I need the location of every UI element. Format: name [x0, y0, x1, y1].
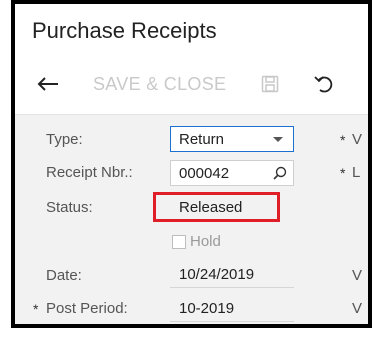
undo-button[interactable] — [314, 66, 336, 102]
hold-label: Hold — [190, 233, 221, 250]
post-period-input[interactable]: 10-2019 — [170, 296, 294, 322]
save-close-button[interactable]: SAVE & CLOSE — [93, 66, 226, 102]
status-highlight-box — [153, 192, 280, 222]
toolbar: SAVE & CLOSE — [15, 66, 368, 102]
chevron-down-icon — [273, 137, 283, 142]
hold-checkbox[interactable] — [172, 235, 186, 249]
type-value: Return — [179, 130, 225, 148]
receipt-nbr-label: Receipt Nbr.: — [46, 164, 133, 181]
post-period-label: Post Period: — [46, 300, 128, 317]
right-required-marker-1: * — [340, 132, 346, 148]
status-label: Status: — [46, 199, 93, 216]
date-input[interactable]: 10/24/2019 — [170, 262, 294, 288]
back-button[interactable] — [37, 66, 63, 102]
right-label-1: V — [352, 131, 363, 148]
receipt-nbr-value: 000042 — [179, 164, 230, 182]
window-frame: Purchase Receipts SAVE & CLOSE Type: Ret… — [11, 0, 372, 328]
page-header: Purchase Receipts SAVE & CLOSE — [15, 4, 368, 118]
save-button[interactable] — [261, 66, 281, 102]
save-icon — [261, 75, 279, 93]
right-required-marker-2: * — [340, 165, 346, 181]
post-period-required-marker: * — [33, 301, 39, 317]
type-label: Type: — [46, 131, 83, 148]
undo-icon — [314, 76, 333, 93]
date-label: Date: — [46, 267, 82, 284]
search-icon[interactable] — [273, 166, 287, 180]
receipt-nbr-input[interactable]: 000042 — [170, 160, 294, 186]
right-label-2: L — [352, 164, 361, 181]
page-title: Purchase Receipts — [32, 18, 217, 43]
back-arrow-icon — [37, 77, 58, 91]
right-label-4: V — [352, 300, 363, 317]
type-dropdown[interactable]: Return — [170, 126, 294, 152]
right-label-3: V — [352, 267, 363, 284]
